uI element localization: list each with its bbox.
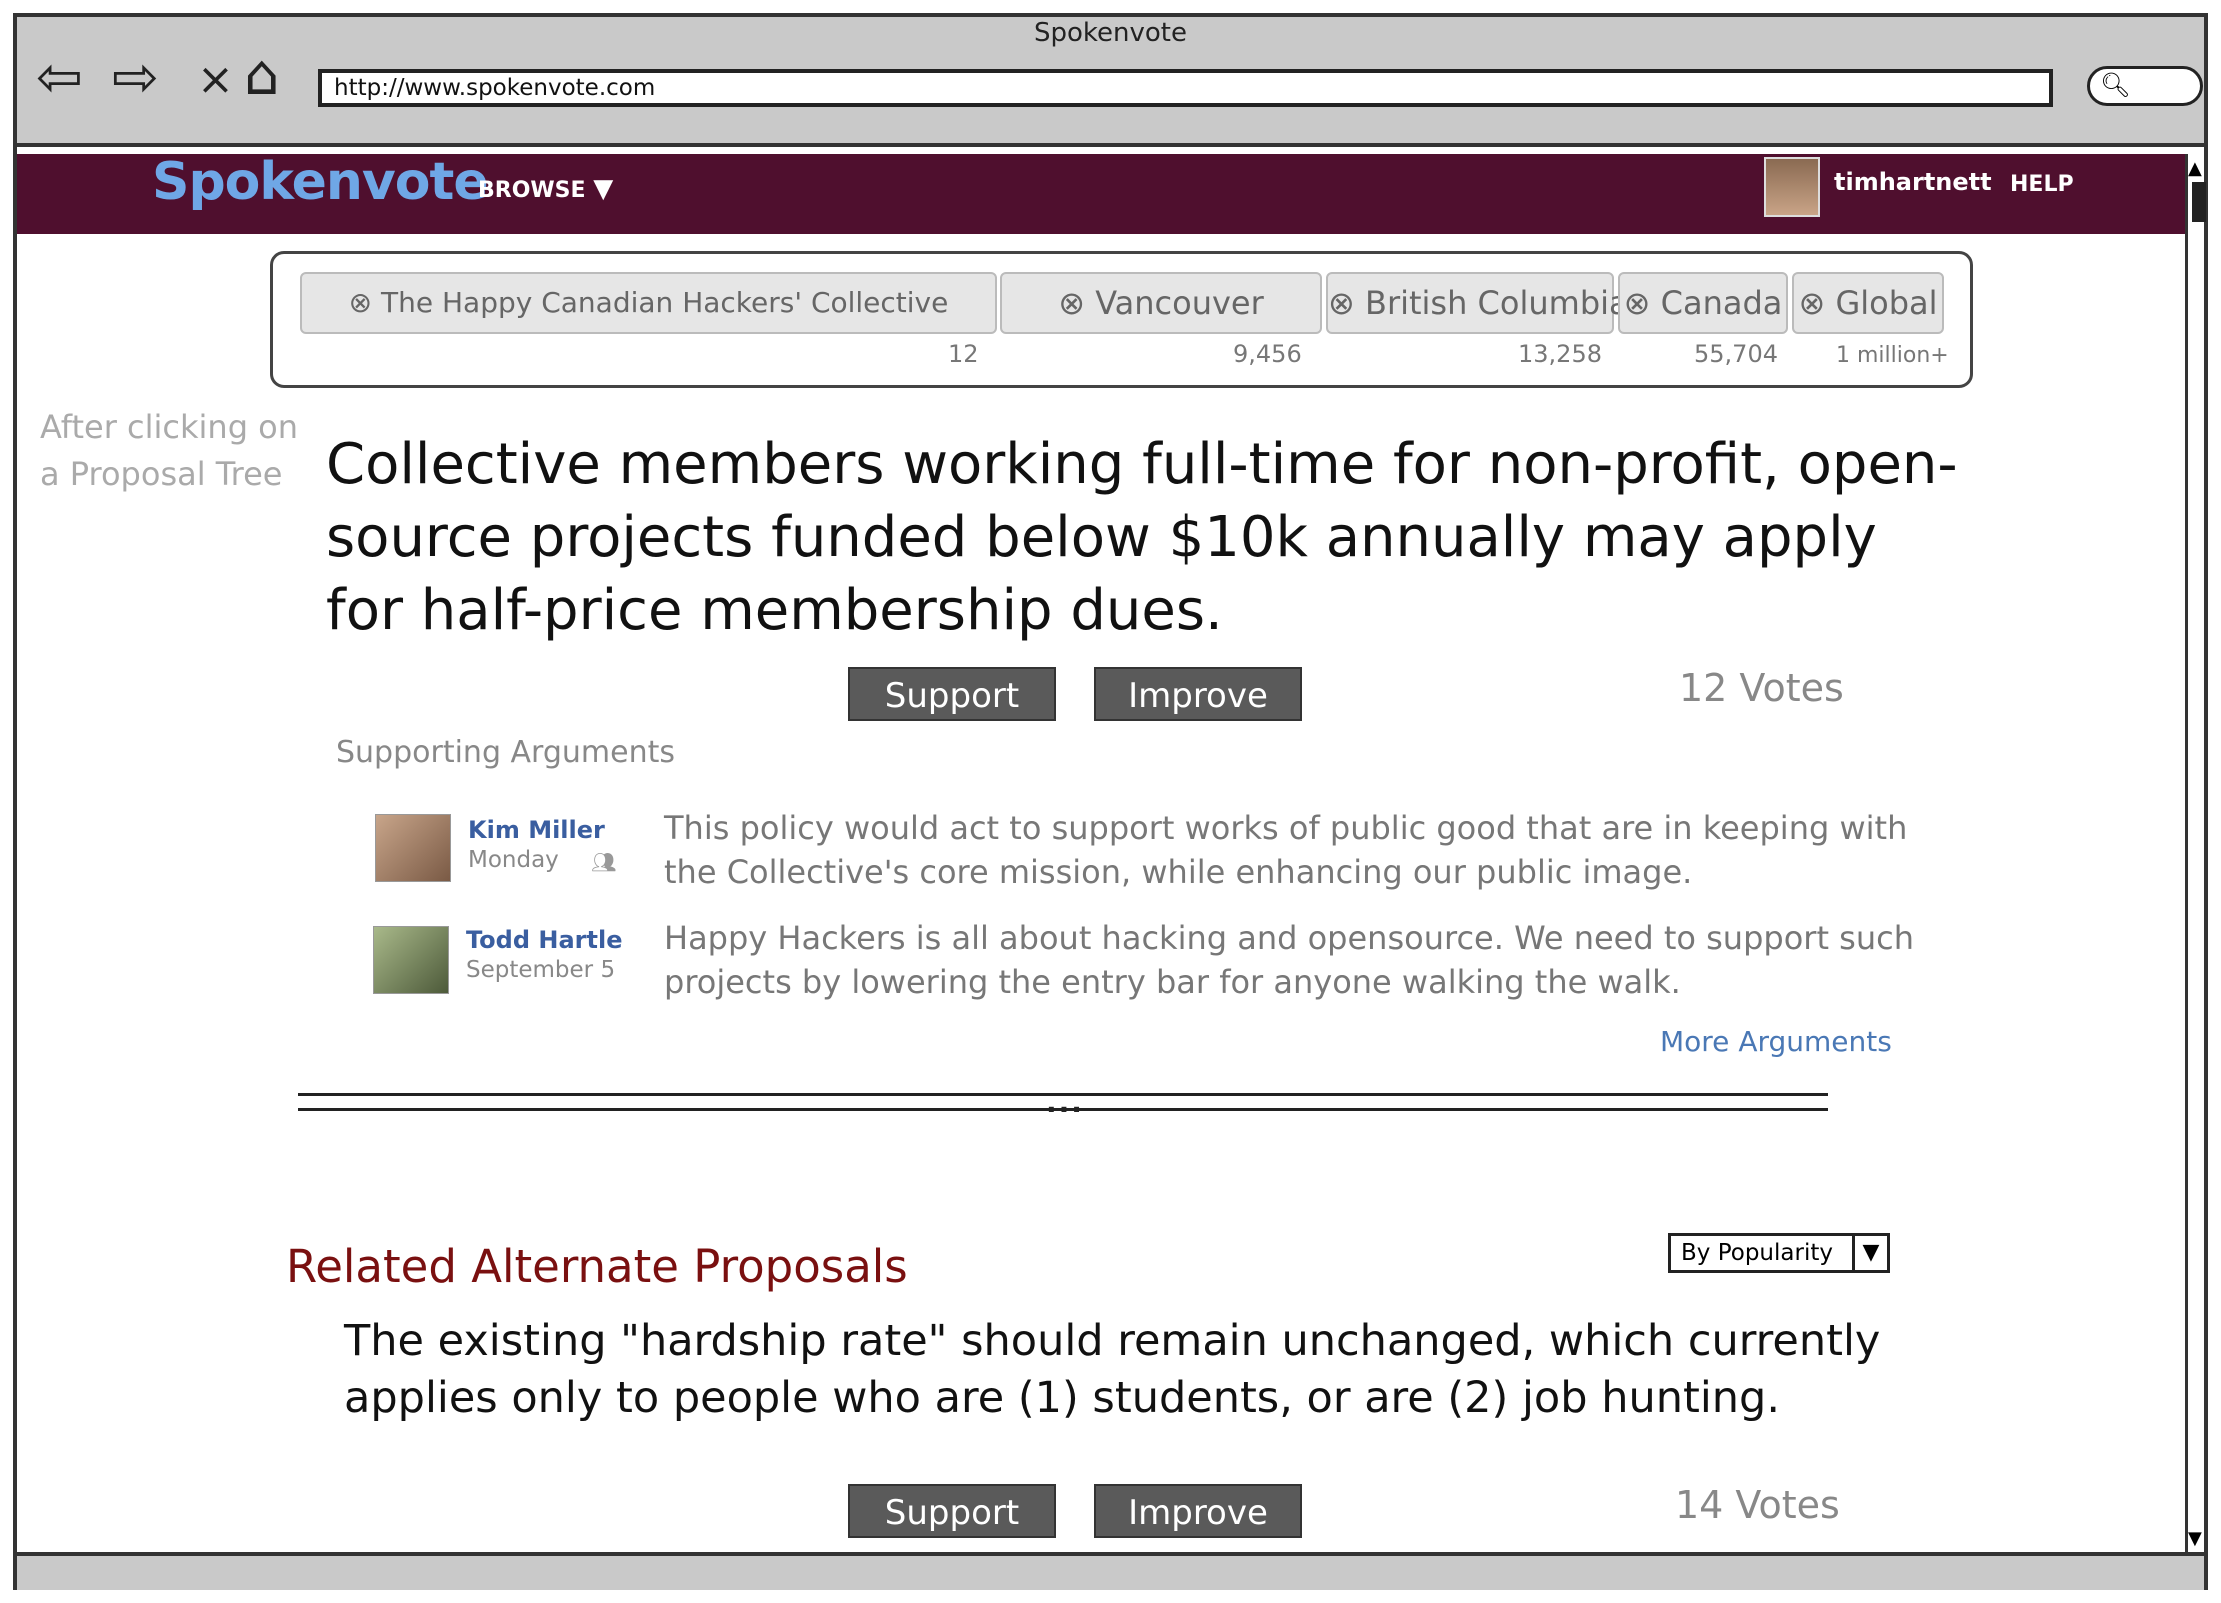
scope-label: Global	[1835, 284, 1938, 322]
proposal-title: Collective members working full-time for…	[326, 432, 1958, 643]
argument-text: Happy Hackers is all about hacking and o…	[664, 919, 1914, 1001]
sort-value: By Popularity	[1681, 1240, 1833, 1266]
browse-menu[interactable]: BROWSE ▼	[478, 174, 613, 204]
close-circle-icon[interactable]: ⊗	[1798, 284, 1825, 322]
scroll-thumb[interactable]	[2192, 182, 2206, 222]
scope-count: 1 million+	[1836, 343, 1949, 368]
argument-date: September 5	[466, 957, 616, 983]
sort-select[interactable]: By Popularity ▼	[1668, 1233, 1890, 1273]
close-circle-icon[interactable]: ⊗	[1624, 284, 1651, 322]
close-circle-icon[interactable]: ⊗	[1328, 284, 1355, 322]
scope-count: 12	[948, 340, 979, 368]
close-icon[interactable]: ×	[197, 54, 234, 105]
browse-label: BROWSE	[478, 178, 586, 203]
scope-tab-vancouver[interactable]: ⊗ Vancouver	[1000, 272, 1322, 334]
people-icon: 👥︎	[591, 850, 617, 874]
back-arrow-icon[interactable]: ⇦	[36, 50, 83, 106]
scope-label: The Happy Canadian Hackers' Collective	[381, 286, 949, 319]
alternate-proposal-text: The existing "hardship rate" should rema…	[344, 1316, 1881, 1423]
address-bar[interactable]: http://www.spokenvote.com	[318, 69, 2053, 107]
logo[interactable]: Spokenvote	[152, 152, 489, 212]
help-link[interactable]: HELP	[2010, 172, 2074, 197]
scope-tab-collective[interactable]: ⊗ The Happy Canadian Hackers' Collective	[300, 272, 997, 334]
scope-tab-british-columbia[interactable]: ⊗ British Columbia	[1326, 272, 1629, 334]
side-note: After clicking on a Proposal Tree	[40, 404, 298, 498]
scope-count: 9,456	[1233, 340, 1302, 368]
search-icon: 🔍︎	[2100, 71, 2131, 99]
improve-button[interactable]: Improve	[1094, 1484, 1302, 1538]
scope-label: Vancouver	[1095, 284, 1264, 322]
more-arguments-link[interactable]: More Arguments	[1660, 1025, 1892, 1058]
side-note-line: After clicking on	[40, 408, 299, 446]
related-proposals-heading: Related Alternate Proposals	[286, 1240, 908, 1293]
support-button[interactable]: Support	[848, 667, 1056, 721]
chevron-down-icon: ▼	[593, 174, 614, 204]
home-icon[interactable]: ⌂	[244, 48, 280, 104]
improve-button[interactable]: Improve	[1094, 667, 1302, 721]
browser-search-box[interactable]: 🔍︎	[2087, 66, 2203, 106]
scope-count: 55,704	[1694, 340, 1778, 368]
vote-count: 14 Votes	[1675, 1483, 1840, 1527]
avatar[interactable]	[373, 926, 449, 994]
avatar[interactable]	[375, 814, 451, 882]
argument-author[interactable]: Todd Hartle	[466, 926, 622, 954]
window-title: Spokenvote	[1033, 18, 1187, 48]
scope-label: British Columbia	[1364, 284, 1629, 322]
divider-handle[interactable]: ...	[1046, 1086, 1084, 1119]
scope-tab-global[interactable]: ⊗ Global	[1792, 272, 1944, 334]
forward-arrow-icon[interactable]: ⇨	[112, 50, 159, 106]
side-note-line: a Proposal Tree	[40, 455, 283, 493]
vote-count: 12 Votes	[1679, 666, 1844, 710]
support-button[interactable]: Support	[848, 1484, 1056, 1538]
status-bar	[17, 1552, 2204, 1590]
scroll-down-icon[interactable]: ▼	[2188, 1528, 2202, 1549]
chevron-down-icon[interactable]: ▼	[1852, 1236, 1887, 1270]
argument-author[interactable]: Kim Miller	[468, 816, 605, 844]
supporting-arguments-label: Supporting Arguments	[336, 735, 675, 770]
argument-date: Monday	[468, 847, 559, 873]
scroll-up-icon[interactable]: ▲	[2188, 158, 2202, 179]
close-circle-icon[interactable]: ⊗	[1058, 284, 1085, 322]
avatar[interactable]	[1764, 157, 1820, 217]
scope-count: 13,258	[1518, 340, 1602, 368]
close-circle-icon[interactable]: ⊗	[349, 286, 372, 319]
argument-text: This policy would act to support works o…	[664, 809, 1908, 891]
scope-label: Canada	[1660, 284, 1783, 322]
username[interactable]: timhartnett	[1834, 168, 1992, 196]
scrollbar[interactable]	[2185, 154, 2204, 1552]
scope-tab-canada[interactable]: ⊗ Canada	[1618, 272, 1788, 334]
